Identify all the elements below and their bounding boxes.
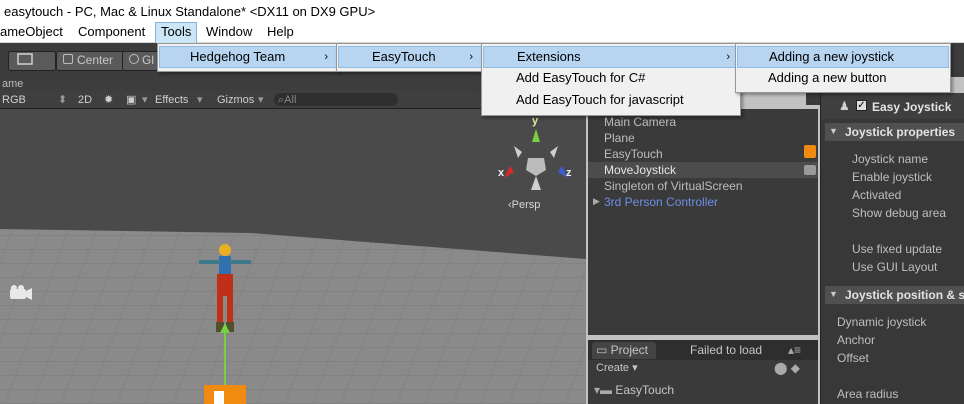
- prop-offset: Offset: [837, 351, 869, 365]
- tools-menu: Hedgehog Team ›: [157, 43, 339, 72]
- menu-component[interactable]: Component: [78, 22, 145, 43]
- panel-menu-icon[interactable]: ▴≡: [788, 342, 801, 359]
- submenu-arrow-icon: ›: [726, 51, 730, 63]
- filter-icons[interactable]: ⬤ ◆: [774, 360, 800, 377]
- window-title: easytouch - PC, Mac & Linux Standalone* …: [0, 0, 964, 22]
- section2-collapse-icon: ▼: [829, 289, 838, 299]
- prop-use-fixed-update: Use fixed update: [852, 242, 943, 256]
- failed-to-load-tab[interactable]: Failed to load: [690, 342, 762, 359]
- hierarchy-item-easytouch[interactable]: EasyTouch: [604, 146, 663, 162]
- expand-arrow-icon[interactable]: ▶: [593, 196, 600, 207]
- prop-joystick-name: Joystick name: [852, 152, 929, 166]
- project-panel: ▭ Project Failed to load ▴≡ Create ▾ ⬤ ◆…: [588, 340, 818, 404]
- hierarchy-item-3rd-person-controller[interactable]: 3rd Person Controller: [604, 194, 718, 210]
- hedgehog-menu: EasyTouch ›: [336, 43, 484, 72]
- perspective-toggle[interactable]: ‹Persp: [508, 199, 540, 211]
- menu-item-label: EasyTouch: [372, 49, 436, 64]
- hierarchy-panel: Main Camera Plane EasyTouch MoveJoystick…: [588, 109, 818, 335]
- gizmos-arrow-icon: ▾: [258, 94, 264, 106]
- easytouch-menu: Extensions › Add EasyTouch for C# Add Eas…: [481, 43, 741, 116]
- menu-window[interactable]: Window: [206, 22, 252, 43]
- scene-search-input[interactable]: ⌕All: [274, 93, 398, 106]
- shading-dropdown-arrow-icon: ⬍: [58, 94, 68, 106]
- menu-item-easytouch[interactable]: EasyTouch ›: [338, 46, 482, 68]
- effects-toggle-icon: ▾: [142, 94, 148, 106]
- menu-item-add-joystick[interactable]: Adding a new joystick: [737, 46, 949, 68]
- project-folder-label: EasyTouch: [615, 383, 675, 397]
- section-joystick-position[interactable]: Joystick position & size: [825, 286, 964, 304]
- component-script-icon: ♟: [839, 99, 850, 113]
- submenu-arrow-icon: ›: [469, 51, 473, 63]
- prefab-icon: [804, 165, 816, 175]
- folder-icon: ▾▬: [594, 383, 616, 397]
- folder-tab-icon: ▭: [596, 343, 611, 357]
- center-icon: [63, 54, 73, 64]
- extensions-menu: Adding a new joystick Adding a new butto…: [735, 43, 951, 93]
- menu-item-label: Extensions: [517, 49, 581, 64]
- menu-bar: ameObject Component Tools Window Help: [0, 22, 964, 44]
- inspector-lock-area: [806, 93, 820, 105]
- menu-tools[interactable]: Tools: [155, 22, 198, 44]
- prop-use-gui-layout: Use GUI Layout: [852, 260, 938, 274]
- effects-arrow-icon: ▾: [197, 94, 203, 106]
- script-icon: [804, 145, 816, 158]
- hierarchy-item-main-camera[interactable]: Main Camera: [604, 114, 676, 130]
- rect-tool-icon: [17, 53, 33, 65]
- axis-label-y: y: [532, 115, 539, 127]
- shading-mode-dropdown[interactable]: RGB: [2, 93, 26, 107]
- hierarchy-item-movejoystick[interactable]: MoveJoystick: [604, 162, 676, 178]
- selected-object: [204, 385, 246, 404]
- toggle-2d-button[interactable]: 2D: [78, 93, 92, 107]
- prop-area-radius: Area radius: [837, 387, 899, 401]
- prop-enable-joystick: Enable joystick: [852, 170, 933, 184]
- prop-activated: Activated: [852, 188, 902, 202]
- menu-gameobject[interactable]: ameObject: [0, 22, 63, 43]
- create-dropdown[interactable]: Create ▾: [596, 360, 638, 377]
- menu-item-add-easytouch-csharp[interactable]: Add EasyTouch for C#: [483, 67, 739, 89]
- prop-dynamic-joystick: Dynamic joystick: [837, 315, 927, 329]
- section-joystick-properties[interactable]: Joystick properties: [825, 123, 964, 141]
- prop-show-debug-area: Show debug area: [852, 206, 947, 220]
- menu-help[interactable]: Help: [267, 22, 294, 43]
- menu-item-hedgehog-team[interactable]: Hedgehog Team ›: [159, 46, 337, 68]
- transform-tool-button[interactable]: [8, 51, 56, 71]
- menu-item-add-button[interactable]: Adding a new button: [737, 67, 949, 89]
- orientation-gizmo: [504, 129, 568, 190]
- submenu-arrow-icon: ›: [324, 51, 328, 63]
- global-icon: [129, 54, 139, 64]
- persp-label: Persp: [511, 199, 541, 211]
- section-title-1: Joystick properties: [845, 125, 956, 139]
- effects-dropdown[interactable]: Effects: [155, 93, 188, 107]
- scene-view[interactable]: y x z ‹Persp: [0, 109, 586, 404]
- audio-toggle-icon[interactable]: ▣: [126, 93, 136, 107]
- lighting-toggle-icon[interactable]: ✹: [104, 93, 113, 107]
- project-folder-easytouch[interactable]: ▾▬ EasyTouch: [594, 382, 674, 399]
- menu-item-label: Hedgehog Team: [190, 49, 286, 64]
- inspector-panel: ♟ ✓ Easy Joystick Joystick properties ▼ …: [820, 93, 964, 404]
- prop-anchor: Anchor: [837, 333, 876, 347]
- project-tab[interactable]: ▭ Project: [592, 342, 657, 359]
- axis-label-z: z: [566, 167, 572, 179]
- component-name: Easy Joystick: [872, 100, 952, 114]
- global-label: Gl: [142, 53, 154, 67]
- section1-collapse-icon: ▼: [829, 126, 838, 136]
- project-tab-label: Project: [610, 343, 649, 357]
- scene-canvas: [0, 129, 586, 404]
- section-title-2: Joystick position & size: [845, 288, 964, 302]
- create-label: Create: [596, 362, 630, 374]
- hierarchy-item-plane[interactable]: Plane: [604, 130, 635, 146]
- axis-label-x: x: [498, 167, 505, 179]
- search-placeholder: All: [284, 94, 297, 106]
- menu-item-extensions[interactable]: Extensions ›: [483, 46, 739, 68]
- hierarchy-item-singleton[interactable]: Singleton of VirtualScreen: [604, 178, 743, 194]
- center-label: Center: [77, 53, 114, 67]
- menu-item-add-easytouch-javascript[interactable]: Add EasyTouch for javascript: [483, 89, 739, 111]
- component-enabled-checkbox[interactable]: ✓: [856, 100, 867, 111]
- gizmos-dropdown[interactable]: Gizmos: [217, 93, 254, 107]
